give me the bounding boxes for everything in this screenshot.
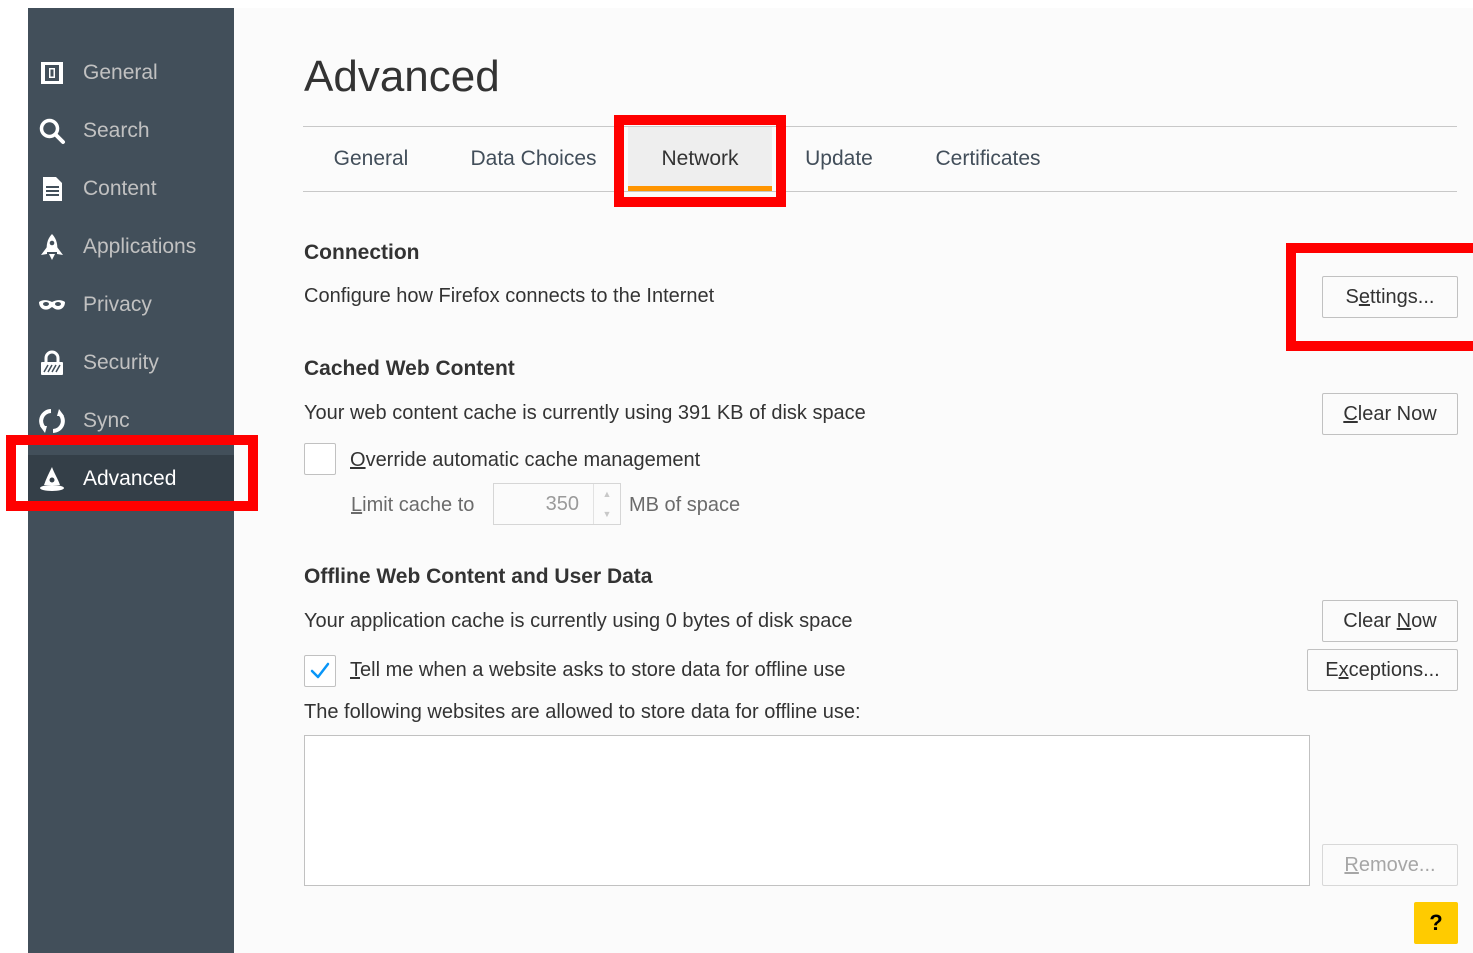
limit-cache-suffix: MB of space xyxy=(629,494,741,516)
override-cache-label[interactable]: Override automatic cache management xyxy=(350,449,700,472)
sidebar-item-security[interactable]: Security xyxy=(28,339,234,387)
button-label: Clear Now xyxy=(1343,609,1437,632)
offline-websites-list[interactable] xyxy=(304,735,1310,886)
sidebar-item-label: Applications xyxy=(83,235,197,258)
sidebar-item-privacy[interactable]: Privacy xyxy=(28,281,234,329)
check-icon xyxy=(310,662,330,679)
tab-update[interactable]: Update xyxy=(772,127,906,191)
sidebar-item-general[interactable]: General xyxy=(28,49,234,97)
spin-down-icon[interactable]: ▼ xyxy=(594,504,620,524)
sync-icon xyxy=(37,406,67,436)
sidebar-item-label: Security xyxy=(83,351,159,374)
sidebar-item-advanced[interactable]: Advanced xyxy=(28,455,234,503)
preferences-window: General Search Content Applications Priv… xyxy=(0,0,1473,953)
cache-size-input[interactable]: 350 ▲ ▼ xyxy=(493,483,621,525)
sidebar-item-label: Content xyxy=(83,177,157,200)
sidebar-item-label: Sync xyxy=(83,409,130,432)
sidebar-item-sync[interactable]: Sync xyxy=(28,397,234,445)
offline-list-label: The following websites are allowed to st… xyxy=(304,701,861,723)
lock-icon xyxy=(37,348,67,378)
button-label: Exceptions... xyxy=(1325,658,1440,681)
override-cache-checkbox[interactable] xyxy=(304,443,336,475)
button-label: Remove... xyxy=(1344,853,1436,876)
cache-size-value: 350 xyxy=(545,492,579,515)
rocket-icon xyxy=(37,232,67,262)
connection-description: Configure how Firefox connects to the In… xyxy=(304,285,715,307)
tell-me-label[interactable]: Tell me when a website asks to store dat… xyxy=(350,659,845,682)
help-button[interactable]: ? xyxy=(1414,902,1458,944)
remove-button[interactable]: Remove... xyxy=(1322,844,1458,886)
general-icon xyxy=(37,58,67,88)
sidebar-item-search[interactable]: Search xyxy=(28,107,234,155)
page-title: Advanced xyxy=(304,52,500,101)
tab-general[interactable]: General xyxy=(303,127,439,191)
spin-up-icon[interactable]: ▲ xyxy=(594,484,620,504)
cached-content-description: Your web content cache is currently usin… xyxy=(304,402,866,424)
wizard-hat-icon xyxy=(37,464,67,494)
mask-icon xyxy=(37,290,67,320)
sidebar-item-content[interactable]: Content xyxy=(28,165,234,213)
tab-network[interactable]: Network xyxy=(628,127,772,191)
sidebar: General Search Content Applications Priv… xyxy=(28,8,234,953)
tab-data-choices[interactable]: Data Choices xyxy=(439,127,628,191)
button-label: Clear Now xyxy=(1343,402,1437,425)
tell-me-checkbox[interactable] xyxy=(304,655,336,687)
sidebar-item-label: General xyxy=(83,61,158,84)
connection-settings-button[interactable]: Settings... xyxy=(1322,276,1458,318)
sidebar-item-applications[interactable]: Applications xyxy=(28,223,234,271)
tab-certificates[interactable]: Certificates xyxy=(906,127,1070,191)
cached-content-title: Cached Web Content xyxy=(304,357,515,380)
search-icon xyxy=(37,116,67,146)
document-icon xyxy=(37,174,67,204)
sidebar-item-label: Advanced xyxy=(83,467,177,490)
exceptions-button[interactable]: Exceptions... xyxy=(1307,649,1458,691)
cache-size-spinner[interactable]: ▲ ▼ xyxy=(593,484,620,524)
limit-cache-label: Limit cache to xyxy=(351,494,475,516)
offline-content-description: Your application cache is currently usin… xyxy=(304,610,853,632)
main-pane: Advanced General Data Choices Network Up… xyxy=(234,8,1473,953)
clear-cache-button[interactable]: Clear Now xyxy=(1322,393,1458,435)
tab-bar: General Data Choices Network Update Cert… xyxy=(303,126,1457,192)
connection-title: Connection xyxy=(304,241,420,264)
sidebar-item-label: Privacy xyxy=(83,293,152,316)
button-label: Settings... xyxy=(1345,285,1435,308)
clear-offline-button[interactable]: Clear Now xyxy=(1322,600,1458,642)
sidebar-item-label: Search xyxy=(83,119,150,142)
offline-content-title: Offline Web Content and User Data xyxy=(304,565,653,588)
